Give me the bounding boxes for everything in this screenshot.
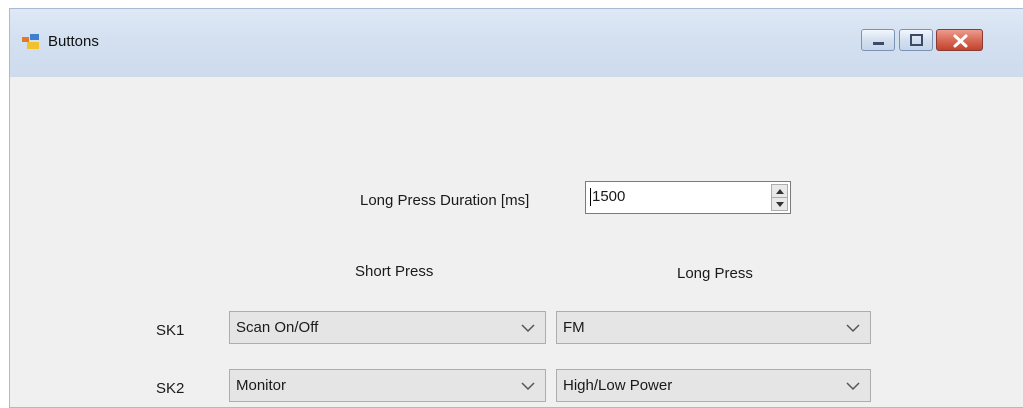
triangle-up-icon — [775, 188, 784, 194]
duration-label: Long Press Duration [ms] — [360, 192, 530, 209]
chevron-down-icon — [521, 382, 535, 391]
sk2-long-press-select[interactable]: High/Low Power — [556, 369, 871, 402]
spinner-buttons — [771, 184, 788, 211]
main-window: Buttons Long Press Duration [ms] 1500 Sh… — [9, 8, 1023, 408]
maximize-button[interactable] — [899, 29, 933, 51]
chevron-down-icon — [846, 382, 860, 391]
title-bar[interactable]: Buttons — [10, 9, 1023, 77]
duration-spinner[interactable]: 1500 — [585, 181, 791, 214]
window-title: Buttons — [48, 33, 99, 50]
sk2-short-press-select[interactable]: Monitor — [229, 369, 546, 402]
spin-up-button[interactable] — [772, 185, 787, 198]
spin-down-button[interactable] — [772, 198, 787, 210]
sk1-long-press-select[interactable]: FM — [556, 311, 871, 344]
sk1-short-press-select[interactable]: Scan On/Off — [229, 311, 546, 344]
close-icon — [953, 34, 968, 48]
close-button[interactable] — [936, 29, 983, 51]
sk1-short-press-value: Scan On/Off — [236, 319, 319, 336]
sk1-long-press-value: FM — [563, 319, 585, 336]
sk2-short-press-value: Monitor — [236, 377, 287, 394]
text-caret — [590, 188, 591, 206]
duration-value[interactable]: 1500 — [592, 188, 625, 205]
long-press-header: Long Press — [677, 265, 753, 282]
sk2-long-press-value: High/Low Power — [563, 377, 673, 394]
chevron-down-icon — [846, 324, 860, 333]
row-label-sk2: SK2 — [156, 380, 185, 397]
short-press-header: Short Press — [355, 263, 434, 280]
chevron-down-icon — [521, 324, 535, 333]
minimize-icon — [873, 42, 884, 45]
minimize-button[interactable] — [861, 29, 895, 51]
client-area: Long Press Duration [ms] 1500 Short Pres… — [10, 77, 1023, 407]
maximize-icon — [910, 34, 923, 46]
app-icon — [22, 34, 39, 49]
row-label-sk1: SK1 — [156, 322, 185, 339]
triangle-down-icon — [775, 201, 784, 207]
